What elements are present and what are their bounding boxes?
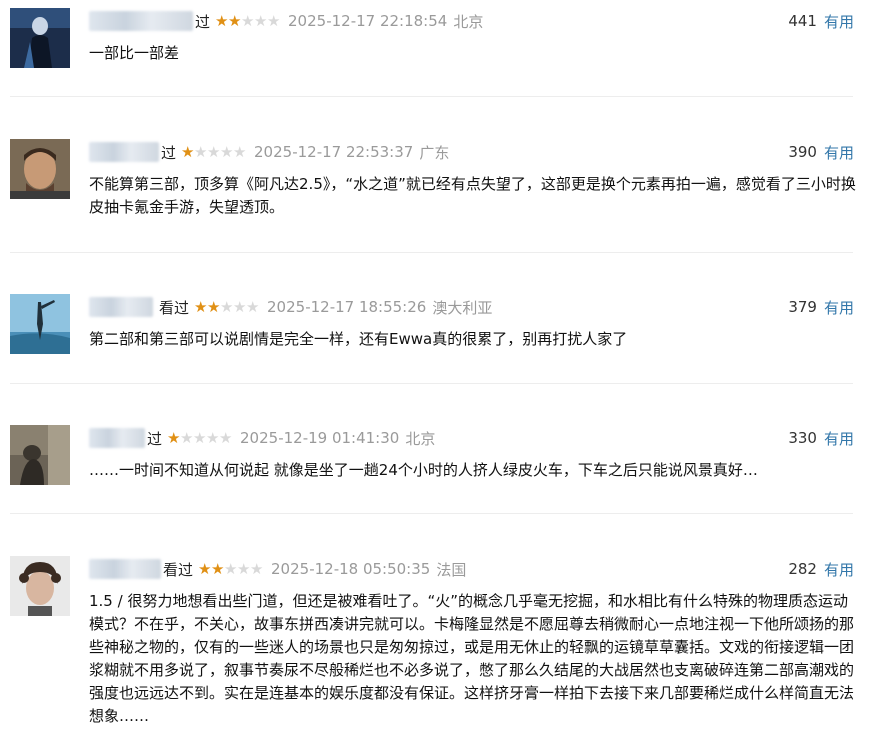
- comment-time: 2025-12-18 05:50:35: [271, 560, 431, 578]
- vote-area: 330 有用: [788, 426, 854, 450]
- star-empty-icon: ★: [220, 297, 234, 316]
- star-empty-icon: ★: [219, 428, 233, 447]
- divider: [10, 383, 853, 384]
- vote-count: 379: [788, 298, 817, 316]
- star-filled-icon: ★: [194, 297, 208, 316]
- comment-text: 1.5 / 很努力地想看出些门道，但还是被难看吐了。“火”的概念几乎毫无挖掘，和…: [89, 592, 855, 725]
- username[interactable]: [89, 428, 145, 448]
- star-empty-icon: ★: [254, 11, 268, 30]
- useful-button[interactable]: 有用: [824, 428, 854, 449]
- rating-stars: ★ ★ ★ ★ ★: [181, 142, 247, 161]
- comment-location: 北京: [405, 429, 436, 448]
- rating-stars: ★ ★ ★ ★ ★: [194, 297, 260, 316]
- star-empty-icon: ★: [180, 428, 194, 447]
- star-filled-icon: ★: [198, 559, 212, 578]
- comment-time: 2025-12-19 01:41:30: [240, 429, 400, 447]
- username[interactable]: [89, 297, 153, 317]
- useful-button[interactable]: 有用: [824, 11, 854, 32]
- divider: [10, 252, 853, 253]
- star-empty-icon: ★: [246, 297, 260, 316]
- star-filled-icon: ★: [207, 297, 221, 316]
- comment-location: 广东: [419, 143, 450, 162]
- useful-button[interactable]: 有用: [824, 559, 854, 580]
- rating-stars: ★ ★ ★ ★ ★: [167, 428, 233, 447]
- star-empty-icon: ★: [194, 142, 208, 161]
- username[interactable]: [89, 11, 193, 31]
- star-empty-icon: ★: [206, 428, 220, 447]
- star-empty-icon: ★: [233, 297, 247, 316]
- avatar[interactable]: [10, 425, 70, 485]
- watched-label: 过: [195, 12, 211, 31]
- comment-time: 2025-12-17 22:53:37: [254, 143, 414, 161]
- vote-count: 330: [788, 429, 817, 447]
- comment-time: 2025-12-17 18:55:26: [267, 298, 427, 316]
- watched-label: 过: [161, 143, 177, 162]
- star-filled-icon: ★: [228, 11, 242, 30]
- comment-location: 法国: [436, 560, 467, 579]
- comment-text: ……一时间不知道从何说起 就像是坐了一趟24个小时的人挤人绿皮火车，下车之后只能…: [89, 461, 758, 479]
- vote-area: 379 有用: [788, 295, 854, 319]
- vote-area: 282 有用: [788, 557, 854, 581]
- useful-button[interactable]: 有用: [824, 142, 854, 163]
- watched-label: 过: [147, 429, 163, 448]
- avatar[interactable]: [10, 8, 70, 68]
- vote-area: 390 有用: [788, 140, 854, 164]
- star-empty-icon: ★: [193, 428, 207, 447]
- rating-stars: ★ ★ ★ ★ ★: [198, 559, 264, 578]
- star-empty-icon: ★: [233, 142, 247, 161]
- avatar[interactable]: [10, 294, 70, 354]
- avatar[interactable]: [10, 556, 70, 616]
- star-empty-icon: ★: [241, 11, 255, 30]
- vote-count: 441: [788, 12, 817, 30]
- useful-button[interactable]: 有用: [824, 297, 854, 318]
- star-empty-icon: ★: [220, 142, 234, 161]
- vote-count: 282: [788, 560, 817, 578]
- comment-meta: 看过 ★ ★ ★ ★ ★ 2025-12-18 05:50:35 法国: [89, 557, 466, 581]
- username[interactable]: [89, 142, 159, 162]
- star-empty-icon: ★: [237, 559, 251, 578]
- star-empty-icon: ★: [267, 11, 281, 30]
- star-filled-icon: ★: [181, 142, 195, 161]
- avatar[interactable]: [10, 139, 70, 199]
- star-filled-icon: ★: [211, 559, 225, 578]
- rating-stars: ★ ★ ★ ★ ★: [215, 11, 281, 30]
- comment-location: 澳大利亚: [432, 298, 493, 317]
- star-empty-icon: ★: [224, 559, 238, 578]
- divider: [10, 96, 853, 97]
- star-empty-icon: ★: [250, 559, 264, 578]
- username[interactable]: [89, 559, 161, 579]
- comment-time: 2025-12-17 22:18:54: [288, 12, 448, 30]
- divider: [10, 513, 853, 514]
- comment-text: 一部比一部差: [89, 44, 180, 62]
- watched-label: 看过: [159, 298, 190, 317]
- comment-meta: 过 ★ ★ ★ ★ ★ 2025-12-17 22:18:54 北京: [89, 9, 483, 33]
- star-filled-icon: ★: [167, 428, 181, 447]
- vote-count: 390: [788, 143, 817, 161]
- star-empty-icon: ★: [207, 142, 221, 161]
- comment-location: 北京: [453, 12, 484, 31]
- vote-area: 441 有用: [788, 9, 854, 33]
- comment-meta: 看过 ★ ★ ★ ★ ★ 2025-12-17 18:55:26 澳大利亚: [89, 295, 492, 319]
- star-filled-icon: ★: [215, 11, 229, 30]
- comment-text: 不能算第三部，顶多算《阿凡达2.5》，“水之道”就已经有点失望了，这部更是换个元…: [89, 175, 856, 216]
- watched-label: 看过: [163, 560, 194, 579]
- comment-text: 第二部和第三部可以说剧情是完全一样，还有Ewwa真的很累了，别再打扰人家了: [89, 330, 628, 348]
- comment-meta: 过 ★ ★ ★ ★ ★ 2025-12-17 22:53:37 广东: [89, 140, 449, 164]
- comment-meta: 过 ★ ★ ★ ★ ★ 2025-12-19 01:41:30 北京: [89, 426, 435, 450]
